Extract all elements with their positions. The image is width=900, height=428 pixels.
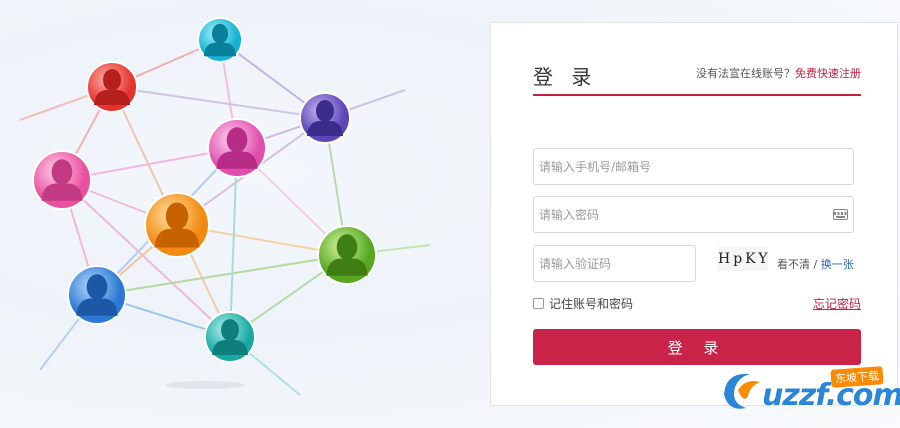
avatar-cyan — [197, 17, 243, 63]
forgot-password-link[interactable]: 忘记密码 — [813, 295, 861, 312]
login-panel: 登 录 没有法宣在线账号？免费快速注册 HpKY 看不清 / 换一张 记住账号和… — [490, 22, 898, 406]
register-link[interactable]: 免费快速注册 — [795, 67, 861, 80]
keyboard-icon[interactable] — [833, 209, 848, 220]
no-account-text: 没有法宣在线账号？ — [696, 67, 795, 80]
password-field — [533, 196, 854, 233]
avatar-green — [317, 225, 377, 285]
remember-label: 记住账号和密码 — [549, 297, 634, 311]
avatar-purple — [299, 92, 351, 144]
avatar-teal — [204, 311, 256, 363]
login-title: 登 录 — [533, 65, 598, 89]
username-field — [533, 148, 854, 185]
login-button[interactable]: 登 录 — [533, 329, 861, 365]
watermark-badge: 东坡下载 — [830, 366, 884, 388]
captcha-field — [533, 245, 696, 282]
avatar-pink — [32, 150, 92, 210]
captcha-change-link[interactable]: 换一张 — [821, 258, 854, 271]
avatar-magenta — [207, 118, 267, 178]
captcha-refresh: 看不清 / 换一张 — [777, 256, 854, 272]
avatar-orange — [144, 192, 210, 258]
watermark-swirl-icon — [724, 373, 760, 409]
avatar-blue — [67, 265, 127, 325]
captcha-image[interactable]: HpKY — [718, 247, 768, 271]
title-underline — [533, 94, 861, 96]
avatar-red — [86, 61, 138, 113]
captcha-unclear-text: 看不清 / — [777, 258, 821, 271]
remember-row[interactable]: 记住账号和密码 — [533, 295, 633, 312]
register-hint: 没有法宣在线账号？免费快速注册 — [696, 65, 861, 81]
captcha-input[interactable] — [534, 246, 695, 281]
username-input[interactable] — [534, 149, 853, 184]
remember-checkbox[interactable] — [533, 298, 544, 309]
watermark-logo: uzzf.com 东坡下载 — [716, 364, 900, 416]
social-network-illustration — [19, 17, 431, 396]
password-input[interactable] — [534, 197, 853, 232]
